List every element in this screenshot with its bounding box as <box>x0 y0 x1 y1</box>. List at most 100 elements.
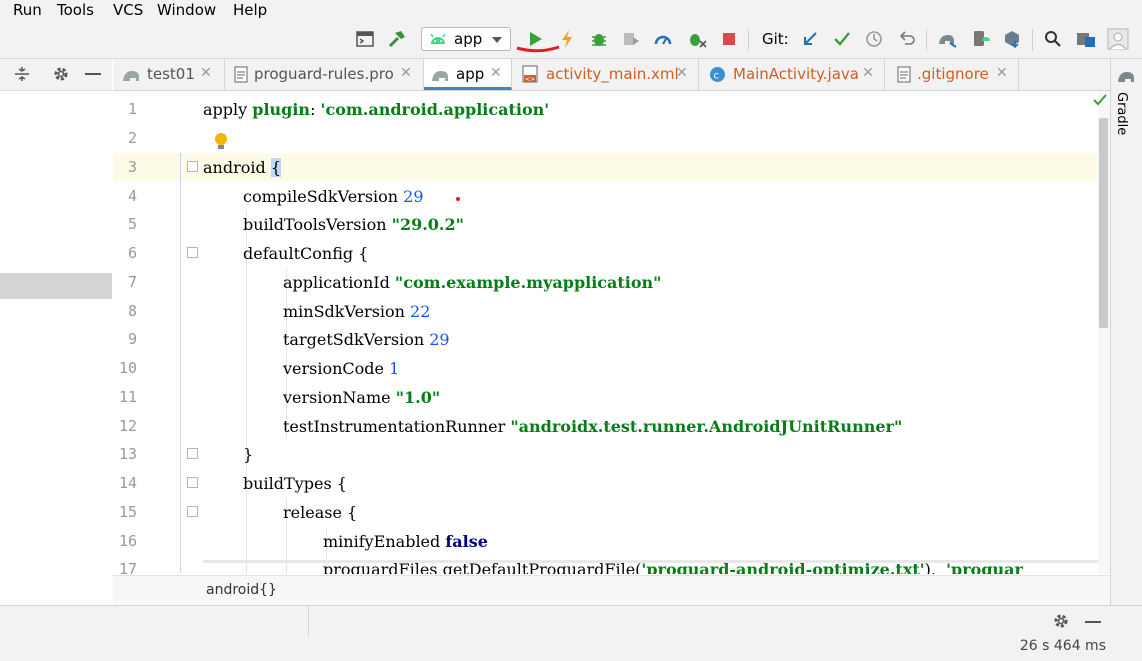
close-icon[interactable]: ✕ <box>996 65 1008 81</box>
tab-app[interactable]: app ✕ <box>424 59 512 90</box>
xml-layout-icon: <> <box>522 65 538 87</box>
line-number: 14 <box>118 474 137 492</box>
git-label: Git: <box>762 30 789 48</box>
close-icon[interactable]: ✕ <box>400 65 412 81</box>
stop-icon[interactable] <box>718 28 740 50</box>
red-underline-annotation <box>516 45 560 53</box>
tab-gitignore[interactable]: .gitignore ✕ <box>885 59 1019 90</box>
line-number: 10 <box>118 359 137 377</box>
gradle-elephant-icon <box>122 68 142 86</box>
main-toolbar: app Git: <box>0 22 1142 59</box>
indent-guide <box>246 210 247 574</box>
tab-label: .gitignore <box>917 65 989 83</box>
red-dot-annotation <box>456 197 460 201</box>
code-line-14[interactable]: buildTypes { <box>243 474 347 493</box>
line-number: 12 <box>118 417 137 435</box>
breadcrumb-item[interactable]: android{} <box>206 582 277 598</box>
tab-label: proguard-rules.pro <box>254 65 394 83</box>
sync-gradle-icon[interactable] <box>936 28 958 50</box>
tab-mainactivity-java[interactable]: c MainActivity.java ✕ <box>699 59 885 90</box>
tab-label: activity_main.xml <box>546 65 679 83</box>
file-icon <box>897 66 911 87</box>
tab-test01[interactable]: test01 ✕ <box>113 59 225 90</box>
gradle-tool-button[interactable]: Gradle <box>1114 92 1129 135</box>
code-line-15[interactable]: release { <box>283 503 357 522</box>
code-line-5[interactable]: buildToolsVersion "29.0.2" <box>243 215 464 234</box>
code-line-3[interactable]: android { <box>203 158 281 177</box>
line-number: 8 <box>127 302 137 320</box>
tab-proguard-rules[interactable]: proguard-rules.pro ✕ <box>225 59 424 90</box>
search-icon[interactable] <box>1042 28 1064 50</box>
close-icon[interactable]: ✕ <box>200 65 212 81</box>
terminal-window-icon[interactable] <box>354 28 376 50</box>
code-line-6[interactable]: defaultConfig { <box>243 244 368 263</box>
scrollbar-thumb[interactable] <box>1099 118 1108 328</box>
code-line-8[interactable]: minSdkVersion 22 <box>283 302 430 321</box>
fold-marker[interactable] <box>187 477 198 488</box>
debug-bug-icon[interactable] <box>588 28 610 50</box>
code-line-10[interactable]: versionCode 1 <box>283 359 399 378</box>
tab-label: test01 <box>147 65 195 83</box>
menu-run[interactable]: Run <box>13 0 42 20</box>
attach-debugger-icon[interactable] <box>686 28 708 50</box>
fold-marker[interactable] <box>187 506 198 517</box>
code-line-4[interactable]: compileSdkVersion 29 <box>243 187 424 206</box>
close-icon[interactable]: ✕ <box>676 65 688 81</box>
line-number: 11 <box>118 388 137 406</box>
right-tool-strip <box>1110 59 1142 605</box>
menu-window[interactable]: Window <box>157 0 216 20</box>
menu-vcs[interactable]: VCS <box>113 0 143 20</box>
project-structure-icon[interactable] <box>1075 28 1097 50</box>
svg-text:c: c <box>714 71 720 82</box>
close-icon[interactable]: ✕ <box>490 65 502 81</box>
git-history-icon[interactable] <box>863 28 885 50</box>
minimize-icon[interactable] <box>1085 621 1101 623</box>
minimize-icon[interactable] <box>85 73 101 75</box>
tab-label: app <box>456 65 485 83</box>
line-number: 16 <box>118 532 137 550</box>
git-update-icon[interactable] <box>799 28 821 50</box>
divider <box>308 606 309 638</box>
tab-activity-main-xml[interactable]: <> activity_main.xml ✕ <box>512 59 699 90</box>
avd-manager-icon[interactable] <box>969 28 991 50</box>
profiler-gauge-icon[interactable] <box>652 28 674 50</box>
avatar-icon[interactable] <box>1107 28 1129 50</box>
gutter-divider <box>180 153 181 573</box>
fold-marker[interactable] <box>187 448 198 459</box>
code-line-11[interactable]: versionName "1.0" <box>283 388 440 407</box>
fold-marker[interactable] <box>187 247 198 258</box>
fold-marker[interactable] <box>187 161 198 172</box>
run-config-label: app <box>454 30 483 48</box>
code-line-17-clip: proguardFiles getDefaultProguardFile('pr… <box>203 560 1098 574</box>
sdk-manager-icon[interactable] <box>1001 28 1023 50</box>
line-number: 15 <box>118 503 137 521</box>
line-number: 1 <box>127 100 137 118</box>
code-line-1[interactable]: apply plugin: 'com.android.application' <box>203 100 549 119</box>
project-tree-selection[interactable] <box>0 273 112 299</box>
run-config-select[interactable]: app <box>421 27 511 51</box>
gear-icon[interactable] <box>1052 612 1070 634</box>
git-commit-icon[interactable] <box>831 28 853 50</box>
indent-guide <box>286 268 287 438</box>
line-number: 4 <box>127 187 137 205</box>
git-rollback-icon[interactable] <box>896 28 918 50</box>
code-line-7[interactable]: applicationId "com.example.myapplication… <box>283 273 662 292</box>
menu-tools[interactable]: Tools <box>57 0 94 20</box>
collapse-all-icon[interactable] <box>13 66 31 86</box>
horizontal-scrollbar[interactable] <box>203 560 1098 563</box>
apply-changes-icon[interactable] <box>556 28 578 50</box>
line-number: 6 <box>127 244 137 262</box>
close-icon[interactable]: ✕ <box>862 65 874 81</box>
checkmark-icon <box>1093 94 1107 110</box>
gear-icon[interactable] <box>52 65 70 87</box>
gradle-elephant-icon <box>431 68 451 86</box>
code-line-12[interactable]: testInstrumentationRunner "androidx.test… <box>283 417 902 436</box>
code-line-9[interactable]: targetSdkVersion 29 <box>283 330 450 349</box>
line-number: 2 <box>127 129 137 147</box>
lightbulb-icon[interactable] <box>213 131 229 155</box>
build-hammer-icon[interactable] <box>386 28 408 50</box>
code-line-13[interactable]: } <box>243 445 253 464</box>
menu-help[interactable]: Help <box>233 0 267 20</box>
code-line-16[interactable]: minifyEnabled false <box>323 532 488 551</box>
profile-icon[interactable] <box>620 28 642 50</box>
